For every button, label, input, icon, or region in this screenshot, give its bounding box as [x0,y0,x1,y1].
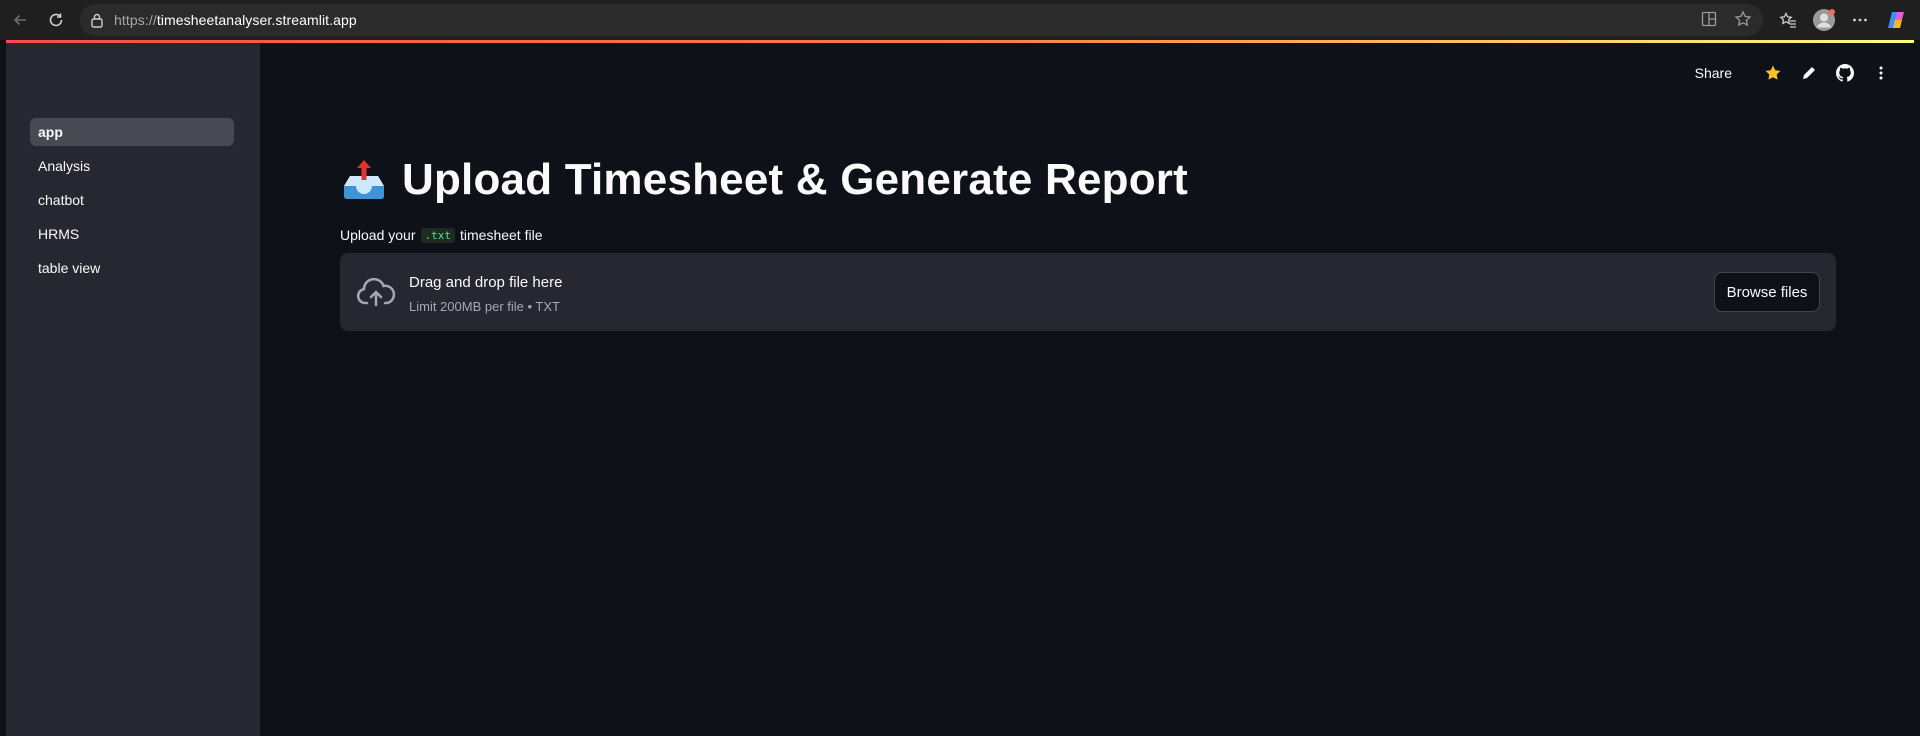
lock-icon[interactable] [90,12,104,33]
edit-pencil-icon[interactable] [1796,60,1822,86]
url-scheme: https:// [114,12,157,28]
split-screen-icon[interactable] [1700,10,1718,33]
main-content: Share Upload Timesheet & Generate Report… [260,43,1914,736]
sidebar-item-table-view[interactable]: table view [30,254,234,282]
dropzone-subtitle: Limit 200MB per file • TXT [409,299,560,314]
app-toolbar: Share [1695,59,1894,87]
favorites-icon[interactable] [1774,6,1802,34]
more-horizontal-icon[interactable] [1846,6,1874,34]
favorite-star-icon[interactable] [1734,10,1752,33]
sidebar: app Analysis chatbot HRMS table view [6,43,260,736]
upload-label-suffix: timesheet file [460,227,543,243]
reload-icon[interactable] [42,6,70,34]
back-icon[interactable] [6,6,34,34]
more-vertical-icon[interactable] [1868,60,1894,86]
browser-toolbar: https://timesheetanalyser.streamlit.app [0,0,1920,40]
profile-avatar-icon[interactable] [1810,6,1838,34]
sidebar-item-analysis[interactable]: Analysis [30,152,234,180]
page-header: Upload Timesheet & Generate Report [340,155,1188,205]
sidebar-item-hrms[interactable]: HRMS [30,220,234,248]
file-dropzone[interactable]: Drag and drop file here Limit 200MB per … [340,253,1836,331]
upload-label: Upload your .txt timesheet file [340,227,542,243]
sidebar-item-chatbot[interactable]: chatbot [30,186,234,214]
copilot-icon[interactable] [1882,6,1910,34]
share-button[interactable]: Share [1695,65,1732,81]
url-host: timesheetanalyser.streamlit.app [156,12,357,28]
address-bar[interactable]: https://timesheetanalyser.streamlit.app [80,4,1763,36]
browse-files-button[interactable]: Browse files [1714,272,1820,312]
outbox-tray-icon [340,156,388,204]
sidebar-item-app[interactable]: app [30,118,234,146]
upload-label-prefix: Upload your [340,227,416,243]
dropzone-title: Drag and drop file here [409,274,563,291]
star-icon[interactable] [1760,60,1786,86]
page-title: Upload Timesheet & Generate Report [402,155,1188,204]
file-extension-code: .txt [420,227,455,243]
cloud-upload-icon [356,275,396,314]
github-icon[interactable] [1832,60,1858,86]
url-text[interactable]: https://timesheetanalyser.streamlit.app [114,12,357,28]
